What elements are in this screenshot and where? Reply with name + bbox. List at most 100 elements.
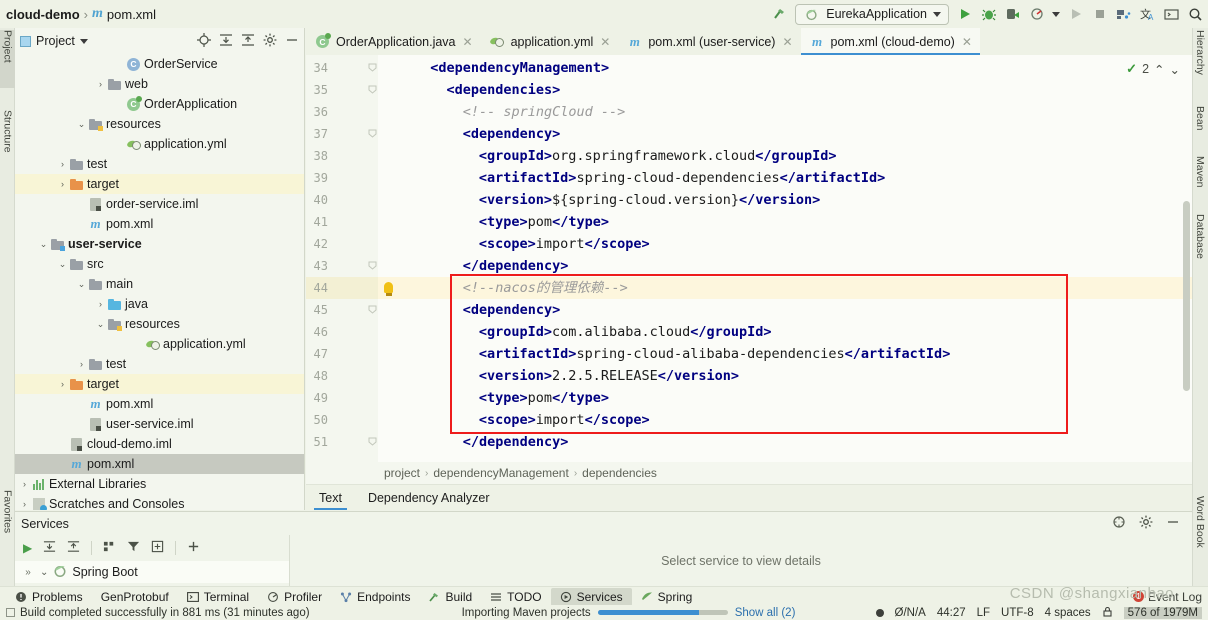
editor-bottom-tab-text[interactable]: Text [306,485,355,510]
terminal-icon[interactable] [1163,6,1180,23]
code-fold-icon[interactable] [368,305,377,314]
search-icon[interactable] [1187,6,1204,23]
tree-expander-icon[interactable]: ⌄ [76,119,87,130]
tree-expander-icon[interactable]: › [19,499,30,509]
tree-expander-icon[interactable]: › [57,159,68,169]
run-configuration-selector[interactable]: EurekaApplication [795,3,949,25]
tree-item-src[interactable]: ⌄ src [15,254,304,274]
tool-window-profiler[interactable]: Profiler [258,588,331,606]
tree-expander-icon[interactable]: › [57,179,68,189]
code-line[interactable]: <scope>import</scope> [479,233,650,255]
close-icon[interactable]: ✕ [782,35,792,49]
tree-item-application-yml[interactable]: ›application.yml [15,334,304,354]
code-line[interactable]: <dependencyManagement> [430,57,609,79]
tree-item-main[interactable]: ⌄ main [15,274,304,294]
tool-window-genprotobuf[interactable]: GenProtobuf [92,588,178,606]
sidebar-item-word-book[interactable]: Word Book [1192,496,1208,566]
tool-window-todo[interactable]: TODO [481,588,550,606]
tree-item-resources[interactable]: ⌄ resources [15,114,304,134]
tree-expander-icon[interactable]: ⌄ [95,319,106,330]
chevron-down-icon[interactable]: ⌄ [40,567,48,578]
code-line[interactable]: <dependency> [463,299,561,321]
lock-icon[interactable] [1102,606,1113,620]
code-fold-icon[interactable] [368,63,377,72]
code-line[interactable]: <dependency> [463,123,561,145]
intention-bulb-icon[interactable] [384,282,393,296]
services-tree-row[interactable]: » ⌄ Spring Boot [15,561,289,583]
tree-expander-icon[interactable]: ⌄ [38,239,49,250]
tree-item-target[interactable]: › target [15,174,304,194]
settings-gear-icon[interactable] [1139,515,1153,532]
run-icon[interactable]: ▶ [23,541,32,555]
tree-item-cloud-demo-iml[interactable]: ›cloud-demo.iml [15,434,304,454]
status-checkbox-icon[interactable] [6,608,15,617]
code-fold-icon[interactable] [368,85,377,94]
sidebar-item-project[interactable]: Project [0,30,15,88]
debug-icon[interactable] [980,6,997,23]
sidebar-item-bean[interactable]: Bean [1192,106,1208,148]
sidebar-item-maven[interactable]: Maven [1192,156,1208,206]
sidebar-item-favorites[interactable]: Favorites [0,490,15,556]
editor-bottom-tab-dependency-analyzer[interactable]: Dependency Analyzer [355,485,503,510]
code-fold-icon[interactable] [368,437,377,446]
code-line[interactable]: <type>pom</type> [479,387,609,409]
tool-window-bar[interactable]: Problems GenProtobuf Terminal Profiler Endpo… [0,586,1208,606]
breadcrumb-project[interactable]: cloud-demo [6,7,80,22]
expand-all-icon[interactable] [219,33,233,50]
chevron-down-icon[interactable] [79,38,88,44]
indent-setting[interactable]: 4 spaces [1045,607,1091,619]
editor-breadcrumb[interactable]: project › dependencyManagement › dependencie… [306,462,1192,484]
hide-icon[interactable] [285,33,299,50]
collapse-all-icon[interactable] [241,33,255,50]
tree-item-orderapplication[interactable]: ›COrderApplication [15,94,304,114]
tree-item-test[interactable]: › test [15,154,304,174]
close-icon[interactable]: ✕ [962,35,972,49]
breadcrumb-item-project[interactable]: project [384,466,420,480]
git-branch-label[interactable]: Ø/N/A [895,607,926,619]
profile-icon[interactable] [1028,6,1045,23]
tree-item-external-libraries[interactable]: › External Libraries [15,474,304,494]
sidebar-item-hierarchy[interactable]: Hierarchy [1192,30,1208,94]
translate-icon[interactable]: 文A [1139,6,1156,23]
close-icon[interactable]: ✕ [600,35,610,49]
settings-gear-icon[interactable] [263,33,277,50]
tool-window-problems[interactable]: Problems [6,588,92,606]
show-all-link[interactable]: Show all (2) [735,607,796,619]
code-line[interactable]: <!--nacos的管理依赖--> [463,277,628,299]
line-separator[interactable]: LF [977,607,990,619]
editor-bottom-tabs[interactable]: Text Dependency Analyzer [306,484,1192,510]
sidebar-item-structure[interactable]: Structure [0,110,15,178]
tree-item-order-service-iml[interactable]: ›order-service.iml [15,194,304,214]
tree-item-user-service-iml[interactable]: ›user-service.iml [15,414,304,434]
filter-icon[interactable] [127,540,140,556]
tree-item-orderservice[interactable]: ›COrderService [15,54,304,74]
help-icon[interactable] [1112,515,1126,532]
code-line[interactable]: <groupId>com.alibaba.cloud</groupId> [479,321,772,343]
tree-expander-icon[interactable]: › [95,79,106,89]
tool-window-spring[interactable]: Spring [632,588,702,606]
project-tree[interactable]: ›COrderService›web›COrderApplication⌄res… [15,54,304,510]
tree-item-target[interactable]: › target [15,374,304,394]
run-icon[interactable] [956,6,973,23]
tool-window-endpoints[interactable]: Endpoints [331,588,419,606]
chevron-up-icon[interactable]: ⌃ [1154,62,1164,77]
code-fold-icon[interactable] [368,129,377,138]
expand-all-icon[interactable] [43,540,56,556]
editor-tab-orderapplication-java[interactable]: C OrderApplication.java ✕ [306,28,481,55]
tree-expander-icon[interactable]: ⌄ [57,259,68,270]
tool-window-terminal[interactable]: Terminal [178,588,258,606]
editor-tab-application-yml[interactable]: application.yml ✕ [481,28,619,55]
tree-expander-icon[interactable]: ⌄ [76,279,87,290]
tool-window-build[interactable]: Build [419,588,481,606]
tree-item-application-yml[interactable]: ›application.yml [15,134,304,154]
tree-item-test[interactable]: › test [15,354,304,374]
tree-item-java[interactable]: › java [15,294,304,314]
tree-expander-icon[interactable]: › [95,299,106,309]
code-line[interactable]: <scope>import</scope> [479,409,650,431]
tree-item-pom-xml[interactable]: ›mpom.xml [15,394,304,414]
locate-icon[interactable] [197,32,211,50]
event-log-button[interactable]: 1 Event Log [1132,590,1208,604]
editor-tab-pom-xml-user-service-[interactable]: m pom.xml (user-service) ✕ [618,28,800,55]
tree-item-web[interactable]: › web [15,74,304,94]
code-line[interactable]: <dependencies> [447,79,561,101]
